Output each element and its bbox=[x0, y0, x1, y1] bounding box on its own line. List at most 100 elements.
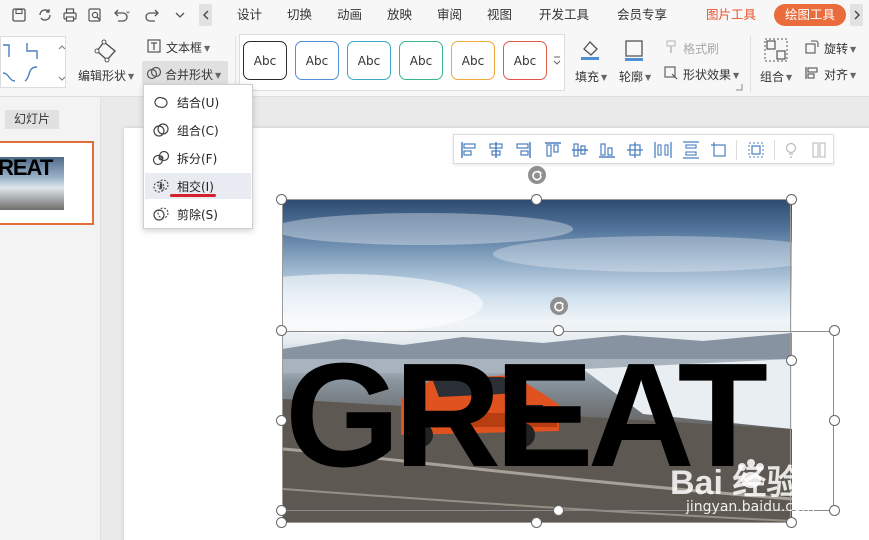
ribbon: 编辑形状 ▼ 文本框 ▼ 合并形状 ▼ Abc Abc Abc Abc Abc Abc… bbox=[0, 30, 869, 97]
resize-handle[interactable] bbox=[829, 325, 840, 336]
resize-handle[interactable] bbox=[829, 415, 840, 426]
resize-handle[interactable] bbox=[553, 505, 564, 516]
resize-handle[interactable] bbox=[531, 517, 542, 528]
tabs-scroll-left-icon[interactable] bbox=[199, 4, 212, 26]
shape-effects-button[interactable]: 形状效果 ▼ bbox=[683, 66, 739, 83]
fill-button[interactable]: 填充 ▼ bbox=[575, 68, 607, 85]
align-left-icon[interactable] bbox=[459, 140, 479, 160]
redo-icon[interactable] bbox=[143, 5, 163, 25]
align-top-icon[interactable] bbox=[543, 140, 563, 160]
tab-review[interactable]: 审阅 bbox=[437, 0, 462, 30]
crop-align-icon[interactable] bbox=[709, 140, 729, 160]
menu-item-union[interactable]: 结合(U) bbox=[145, 89, 251, 115]
tab-member[interactable]: 会员专享 bbox=[617, 0, 667, 30]
menu-item-subtract[interactable]: 剪除(S) bbox=[145, 201, 251, 227]
resize-handle[interactable] bbox=[553, 325, 564, 336]
menu-item-fragment[interactable]: 拆分(F) bbox=[145, 145, 251, 171]
merge-shapes-button[interactable]: 合并形状 ▼ bbox=[142, 61, 228, 85]
thumbnail-text: REAT bbox=[0, 155, 53, 180]
shape-style-3[interactable]: Abc bbox=[347, 41, 391, 80]
rotate-button[interactable]: 旋转 ▼ bbox=[824, 40, 856, 57]
format-painter-label: 格式刷 bbox=[683, 42, 720, 56]
edit-shape-icon[interactable] bbox=[92, 37, 120, 65]
smart-tip-icon[interactable] bbox=[781, 140, 801, 160]
subtract-icon bbox=[151, 204, 171, 224]
resize-handle[interactable] bbox=[276, 517, 287, 528]
shape-effects-icon[interactable] bbox=[664, 66, 678, 80]
tab-slideshow[interactable]: 放映 bbox=[387, 0, 412, 30]
align-label: 对齐 bbox=[824, 68, 849, 82]
merge-shapes-label: 合并形状 bbox=[165, 68, 214, 82]
align-middle-icon[interactable] bbox=[570, 140, 590, 160]
shape-style-1[interactable]: Abc bbox=[243, 41, 287, 80]
baidu-watermark: Bai 经验 jingyan.baidu.com bbox=[660, 455, 860, 535]
gallery-more-icon[interactable] bbox=[552, 54, 562, 68]
resize-handle[interactable] bbox=[786, 194, 797, 205]
group-button[interactable]: 组合 ▼ bbox=[760, 68, 792, 85]
slides-tab[interactable]: 幻灯片 bbox=[5, 110, 59, 129]
text-box-icon[interactable] bbox=[147, 39, 161, 53]
slide-thumbnail[interactable]: REAT bbox=[0, 141, 94, 225]
distribute-horizontal-icon[interactable] bbox=[653, 140, 673, 160]
tabs-scroll-right-icon[interactable] bbox=[850, 4, 863, 26]
shape-style-2[interactable]: Abc bbox=[295, 41, 339, 80]
tab-transitions[interactable]: 切换 bbox=[287, 0, 312, 30]
text-box-button[interactable]: 文本框 ▼ bbox=[166, 39, 210, 56]
sync-icon[interactable] bbox=[35, 5, 55, 25]
tab-picture-tools[interactable]: 图片工具 bbox=[706, 0, 756, 30]
more-options-icon[interactable] bbox=[809, 140, 829, 160]
format-painter-icon[interactable] bbox=[664, 40, 678, 54]
dialog-launcher-icon[interactable] bbox=[736, 84, 743, 91]
tab-drawing-tools[interactable]: 绘图工具 bbox=[774, 4, 847, 26]
align-page-center-icon[interactable] bbox=[625, 140, 645, 160]
shape-style-6[interactable]: Abc bbox=[503, 41, 547, 80]
resize-handle[interactable] bbox=[276, 505, 287, 516]
align-bottom-icon[interactable] bbox=[597, 140, 617, 160]
save-icon[interactable] bbox=[9, 5, 29, 25]
distribute-vertical-icon[interactable] bbox=[681, 140, 701, 160]
print-icon[interactable] bbox=[60, 5, 80, 25]
resize-handle[interactable] bbox=[276, 325, 287, 336]
rotate-icon[interactable] bbox=[805, 40, 819, 54]
align-icon[interactable] bbox=[805, 66, 819, 80]
customize-quick-access-icon[interactable] bbox=[170, 5, 190, 25]
align-right-icon[interactable] bbox=[513, 140, 533, 160]
shape-gallery[interactable] bbox=[0, 36, 66, 88]
shape-style-4[interactable]: Abc bbox=[399, 41, 443, 80]
undo-icon[interactable] bbox=[111, 5, 131, 25]
connector-shapes-icon bbox=[2, 43, 66, 82]
text-box-label: 文本框 bbox=[166, 41, 203, 55]
menu-item-label: 组合(C) bbox=[177, 123, 219, 138]
fill-icon[interactable] bbox=[578, 37, 602, 61]
toolbar-divider bbox=[774, 140, 775, 160]
shape-style-5[interactable]: Abc bbox=[451, 41, 495, 80]
edit-shape-button[interactable]: 编辑形状 ▼ bbox=[78, 67, 134, 84]
group-icon[interactable] bbox=[764, 38, 788, 62]
picture-rotate-handle[interactable] bbox=[528, 166, 546, 184]
outline-button[interactable]: 轮廓 ▼ bbox=[619, 68, 651, 85]
rotate-label: 旋转 bbox=[824, 42, 849, 56]
shape-effects-label: 形状效果 bbox=[683, 68, 732, 82]
tab-developer[interactable]: 开发工具 bbox=[539, 0, 589, 30]
text-rotate-handle[interactable] bbox=[550, 297, 568, 315]
group-objects-icon[interactable] bbox=[746, 140, 766, 160]
edit-shape-label: 编辑形状 bbox=[78, 69, 127, 83]
intersect-icon bbox=[151, 176, 171, 196]
resize-handle[interactable] bbox=[786, 355, 797, 366]
combine-icon bbox=[151, 120, 171, 140]
merge-shapes-menu: 结合(U) 组合(C) 拆分(F) 相交(I) 剪除(S) bbox=[143, 84, 253, 229]
align-center-icon[interactable] bbox=[486, 140, 506, 160]
outline-icon[interactable] bbox=[622, 38, 646, 62]
resize-handle[interactable] bbox=[531, 194, 542, 205]
resize-handle[interactable] bbox=[276, 194, 287, 205]
menu-item-combine[interactable]: 组合(C) bbox=[145, 117, 251, 143]
tab-view[interactable]: 视图 bbox=[487, 0, 512, 30]
union-icon bbox=[151, 92, 171, 112]
fill-label: 填充 bbox=[575, 70, 600, 84]
menu-item-label: 剪除(S) bbox=[177, 207, 218, 222]
resize-handle[interactable] bbox=[276, 415, 287, 426]
align-button[interactable]: 对齐 ▼ bbox=[824, 66, 856, 83]
print-preview-icon[interactable] bbox=[85, 5, 105, 25]
tab-animations[interactable]: 动画 bbox=[337, 0, 362, 30]
tab-design[interactable]: 设计 bbox=[237, 0, 262, 30]
